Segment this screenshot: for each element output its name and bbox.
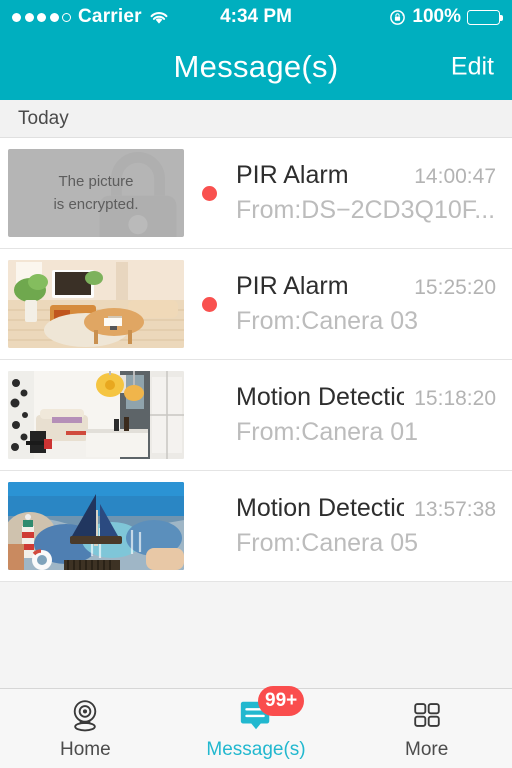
unread-dot [202,296,217,312]
encrypted-text-line1: The picture [58,173,134,190]
tab-more[interactable]: More [341,689,512,768]
message-time: 15:25:20 [414,276,496,299]
message-source: From:Canera 05 [236,529,419,557]
message-thumbnail[interactable] [8,371,184,459]
message-text-block: Motion Detection 13:57:38 From:Canera 05 [236,492,496,560]
message-text-block: Motion Detection 15:18:20 From:Canera 01 [236,381,496,449]
status-bar-left: Carrier [12,6,169,28]
nautical-pillows-image [8,482,184,570]
grid-squares-icon [406,696,448,734]
page-title: Message(s) [173,49,339,84]
section-header-today: Today [0,100,512,138]
edit-button[interactable]: Edit [451,53,494,82]
message-title: Motion Detection [236,494,405,522]
message-time: 14:00:47 [414,165,496,188]
message-time: 13:57:38 [414,498,496,521]
status-bar-right: 100% [389,6,503,28]
carrier-label: Carrier [78,6,142,27]
app-root: Carrier 4:34 PM 100% Message(s) Edit Tod… [0,0,512,768]
message-text-block: PIR Alarm 14:00:47 From:DS−2CD3Q10F... [236,159,496,227]
encrypted-text-line2: is encrypted. [53,196,139,213]
message-time: 15:18:20 [414,387,496,410]
tab-more-label: More [405,739,449,760]
wifi-icon [149,10,169,25]
list-item[interactable]: Motion Detection 15:18:20 From:Canera 01 [0,360,512,471]
tab-home[interactable]: Home [0,689,171,768]
message-title: PIR Alarm [236,161,349,189]
message-thumbnail[interactable] [8,482,184,570]
list-item[interactable]: The picture is encrypted. PIR Alarm 14:0… [0,138,512,249]
message-title: Motion Detection [236,383,405,411]
tab-bar: Home 99+ Message(s) More [0,686,512,768]
message-text-block: PIR Alarm 15:25:20 From:Canera 03 [236,270,496,338]
message-thumbnail-encrypted[interactable]: The picture is encrypted. [8,149,184,237]
message-list: The picture is encrypted. PIR Alarm 14:0… [0,138,512,582]
unread-dot [202,185,217,201]
living-room-lamps-image [8,371,184,459]
battery-full-icon [467,9,503,25]
nav-bar: Message(s) Edit [0,34,512,100]
living-room-tv-image [8,260,184,348]
tab-messages-label: Message(s) [206,739,306,760]
status-bar: Carrier 4:34 PM 100% [0,0,512,34]
chat-bubble-icon: 99+ [235,686,305,734]
message-source: From:DS−2CD3Q10F... [236,196,496,224]
message-source: From:Canera 03 [236,307,419,335]
signal-strength-icon [12,12,71,22]
list-item[interactable]: Motion Detection 13:57:38 From:Canera 05 [0,471,512,582]
tab-messages[interactable]: 99+ Message(s) [171,686,342,768]
battery-percent-label: 100% [412,6,461,27]
list-item[interactable]: PIR Alarm 15:25:20 From:Canera 03 [0,249,512,360]
unread-badge: 99+ [258,686,305,716]
message-title: PIR Alarm [236,272,349,300]
empty-list-area [0,582,512,688]
rotation-lock-icon [389,9,406,26]
message-thumbnail[interactable] [8,260,184,348]
message-source: From:Canera 01 [236,418,419,446]
security-camera-icon [64,696,106,734]
tab-home-label: Home [59,739,111,760]
